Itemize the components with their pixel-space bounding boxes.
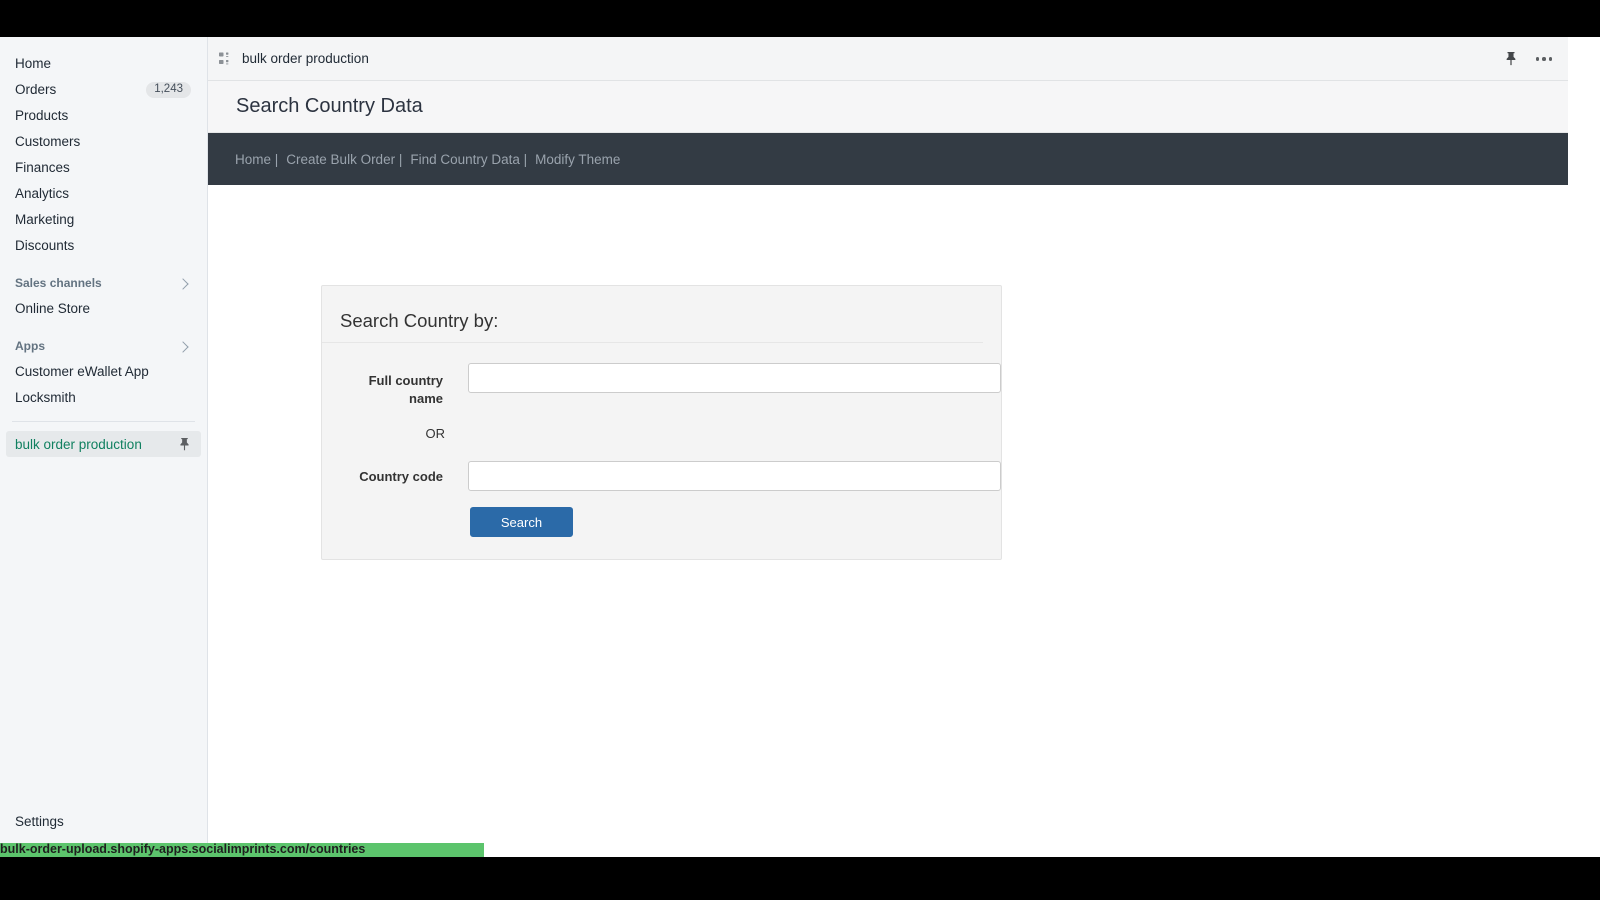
sidebar-item-settings[interactable]: Settings (15, 809, 207, 834)
app-nav-links: Home | Create Bulk Order | Find Country … (235, 152, 620, 167)
full-country-name-label: Full country name (368, 373, 443, 406)
status-url-text: bulk-order-upload.shopify-apps.socialimp… (0, 843, 366, 856)
panel-heading: Search Country by: (322, 310, 983, 343)
country-code-input[interactable] (468, 461, 1001, 491)
sidebar-footer: Settings (0, 809, 207, 843)
sidebar-item-label: Marketing (15, 212, 75, 227)
pin-icon[interactable] (178, 437, 191, 452)
sidebar-divider (12, 421, 195, 422)
status-url-bar: bulk-order-upload.shopify-apps.socialimp… (0, 843, 484, 857)
country-code-label: Country code (359, 469, 443, 484)
nav-link-home[interactable]: Home | (235, 152, 278, 167)
form-row-country-code: Country code (322, 461, 1001, 491)
grid-apps-icon (218, 51, 242, 67)
main-area: bulk order production Search Country Dat… (208, 37, 1568, 843)
sidebar-section-label: Apps (15, 339, 45, 353)
sidebar-item-home[interactable]: Home (0, 51, 207, 76)
sidebar-item-orders[interactable]: Orders 1,243 (0, 77, 207, 102)
sidebar-item-locksmith[interactable]: Locksmith (0, 385, 207, 410)
sidebar-item-label: bulk order production (15, 436, 142, 452)
app-frame: Home Orders 1,243 Products Customers Fin… (0, 37, 1568, 843)
country-code-field-wrap (468, 461, 1001, 491)
search-button[interactable]: Search (470, 507, 573, 537)
sidebar-item-label: Settings (15, 814, 64, 829)
form-row-or: OR (322, 426, 1001, 441)
nav-link-modify-theme[interactable]: Modify Theme (535, 152, 620, 167)
sidebar: Home Orders 1,243 Products Customers Fin… (0, 37, 208, 843)
page-title: Search Country Data (236, 95, 423, 117)
sidebar-item-label: Locksmith (15, 390, 76, 405)
sidebar-item-products[interactable]: Products (0, 103, 207, 128)
app-nav-bar: Home | Create Bulk Order | Find Country … (208, 133, 1568, 185)
sidebar-item-bulk-order-production[interactable]: bulk order production (6, 431, 201, 457)
sidebar-item-label: Orders (15, 82, 57, 97)
sidebar-item-customer-ewallet-app[interactable]: Customer eWallet App (0, 359, 207, 384)
sidebar-item-marketing[interactable]: Marketing (0, 207, 207, 232)
chevron-right-icon (177, 340, 189, 353)
sidebar-item-label: Customer eWallet App (15, 364, 149, 379)
bottom-chrome-bar (0, 857, 1600, 900)
search-country-panel: Search Country by: Full country name OR … (321, 285, 1002, 560)
sidebar-item-label: Customers (15, 134, 81, 149)
ellipsis-dot (1542, 57, 1546, 61)
sidebar-item-label: Products (15, 108, 69, 123)
or-separator-label: OR (425, 426, 446, 441)
sidebar-item-label: Online Store (15, 301, 91, 316)
sidebar-item-label: Finances (15, 160, 70, 175)
ellipsis-dot (1535, 57, 1539, 61)
app-titlebar: bulk order production (208, 37, 1568, 81)
titlebar-actions (1504, 37, 1555, 81)
ellipsis-dot (1548, 57, 1552, 61)
sidebar-item-analytics[interactable]: Analytics (0, 181, 207, 206)
full-country-name-input[interactable] (468, 363, 1001, 393)
sidebar-item-label: Home (15, 56, 52, 71)
full-country-name-field-wrap (468, 363, 1001, 393)
ellipsis-icon[interactable] (1534, 53, 1555, 65)
orders-count-badge: 1,243 (146, 81, 191, 98)
sidebar-item-customers[interactable]: Customers (0, 129, 207, 154)
right-gutter (1568, 37, 1600, 843)
page-heading-band: Search Country Data (208, 81, 1568, 133)
content-area: Search Country by: Full country name OR … (208, 185, 1568, 843)
sidebar-item-label: Analytics (15, 186, 70, 201)
app-title: bulk order production (242, 51, 369, 66)
submit-spacer (340, 507, 445, 537)
sidebar-item-finances[interactable]: Finances (0, 155, 207, 180)
sidebar-section-label: Sales channels (15, 276, 102, 290)
chevron-right-icon (177, 277, 189, 290)
sidebar-section-apps[interactable]: Apps (0, 334, 207, 359)
nav-link-create-bulk-order[interactable]: Create Bulk Order | (286, 152, 402, 167)
top-chrome-bar (0, 0, 1600, 37)
sidebar-nav-list: Home Orders 1,243 Products Customers Fin… (0, 37, 207, 457)
sidebar-item-discounts[interactable]: Discounts (0, 233, 207, 258)
sidebar-item-online-store[interactable]: Online Store (0, 296, 207, 321)
sidebar-item-label: Discounts (15, 238, 75, 253)
pin-icon[interactable] (1504, 51, 1518, 67)
form-row-submit: Search (322, 507, 1001, 537)
form-row-country-name: Full country name (322, 363, 1001, 408)
nav-link-find-country-data[interactable]: Find Country Data | (410, 152, 527, 167)
sidebar-section-sales-channels[interactable]: Sales channels (0, 271, 207, 296)
